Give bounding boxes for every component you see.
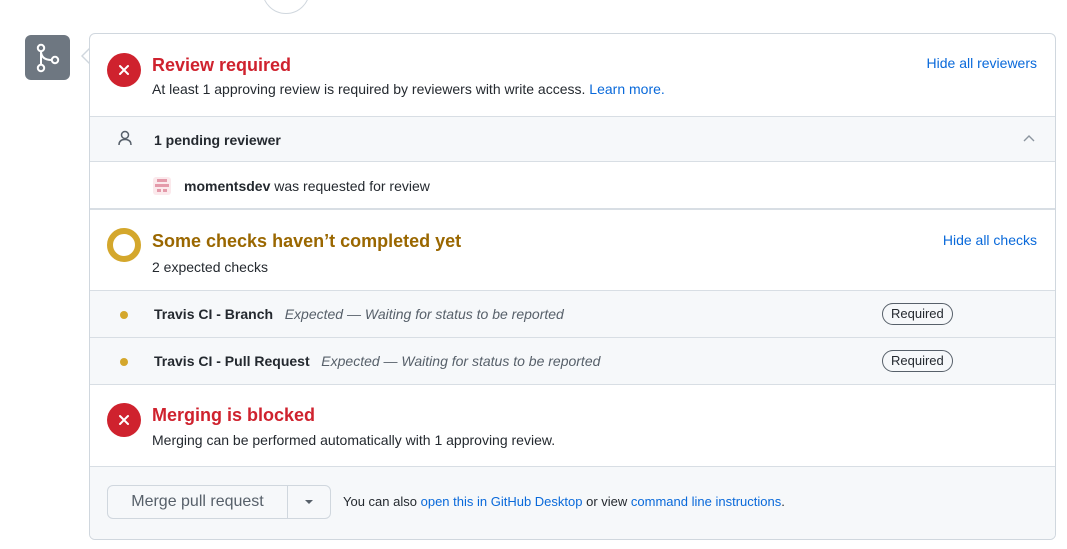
check-row: Travis CI - Branch Expected — Waiting fo… (90, 290, 1055, 337)
reviewer-text: momentsdev was requested for review (184, 178, 430, 194)
learn-more-link[interactable]: Learn more. (589, 81, 664, 97)
merge-status-panel: Review required At least 1 approving rev… (89, 33, 1056, 540)
review-title: Review required (152, 55, 292, 75)
merge-blocked-section: Merging is blocked Merging can be perfor… (90, 384, 1055, 466)
review-subtitle-text: At least 1 approving review is required … (152, 81, 586, 97)
dot-icon (120, 358, 128, 366)
reviewer-suffix: was requested for review (274, 178, 430, 194)
merge-note-suffix: . (781, 494, 785, 509)
check-name: Travis CI - Branch (154, 306, 274, 322)
merge-method-dropdown[interactable] (288, 486, 330, 518)
checks-subtitle: 2 expected checks (152, 259, 268, 275)
review-subtitle: At least 1 approving review is required … (152, 81, 665, 97)
check-row: Travis CI - Pull Request Expected — Wait… (90, 337, 1055, 384)
pending-reviewer-header[interactable]: 1 pending reviewer (90, 116, 1055, 161)
dot-icon (120, 311, 128, 319)
merge-blocked-title: Merging is blocked (152, 405, 316, 425)
check-name: Travis CI - Pull Request (154, 353, 310, 369)
chevron-up-icon[interactable] (1023, 134, 1035, 142)
git-merge-icon (25, 35, 70, 80)
avatar (153, 177, 171, 195)
merge-pull-request-button[interactable]: Merge pull request (108, 486, 288, 518)
pending-reviewer-label: 1 pending reviewer (154, 132, 281, 148)
caret-down-icon (305, 500, 313, 504)
merge-note-prefix: You can also (343, 494, 417, 509)
required-badge: Required (882, 303, 953, 325)
check-row-text: Travis CI - Pull Request Expected — Wait… (154, 353, 600, 369)
reviewer-row: momentsdev was requested for review (90, 161, 1055, 208)
review-section: Review required At least 1 approving rev… (90, 34, 1055, 116)
merge-button-group: Merge pull request (107, 485, 331, 519)
merge-blocked-subtitle: Merging can be performed automatically w… (152, 432, 556, 448)
check-row-text: Travis CI - Branch Expected — Waiting fo… (154, 306, 564, 322)
x-icon (107, 403, 141, 437)
x-icon (107, 53, 141, 87)
merge-note: You can also open this in GitHub Desktop… (343, 494, 785, 509)
reviewer-name[interactable]: momentsdev (184, 178, 270, 194)
timeline-avatar-bubble (262, 0, 310, 14)
hide-all-checks-link[interactable]: Hide all checks (943, 232, 1037, 248)
pending-ring-icon (107, 228, 141, 262)
merge-note-middle: or view (586, 494, 628, 509)
command-line-instructions-link[interactable]: command line instructions (631, 494, 781, 509)
checks-title: Some checks haven’t completed yet (152, 231, 462, 251)
checks-section: Some checks haven’t completed yet 2 expe… (90, 208, 1055, 292)
open-github-desktop-link[interactable]: open this in GitHub Desktop (421, 494, 583, 509)
merge-actions: Merge pull request You can also open thi… (90, 466, 1055, 539)
person-icon (118, 130, 132, 146)
required-badge: Required (882, 350, 953, 372)
check-status: Expected — Waiting for status to be repo… (284, 306, 564, 322)
hide-all-reviewers-link[interactable]: Hide all reviewers (927, 55, 1037, 71)
check-status: Expected — Waiting for status to be repo… (321, 353, 601, 369)
